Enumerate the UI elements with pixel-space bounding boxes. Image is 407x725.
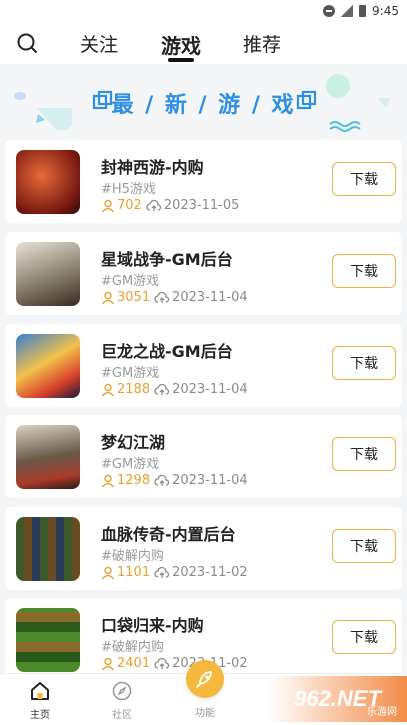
nav-function-label: 功能 bbox=[195, 708, 215, 719]
game-meta: 2188 2023-11-04 bbox=[101, 382, 248, 397]
cloud-upload-icon bbox=[154, 383, 170, 395]
cloud-upload-icon bbox=[154, 566, 170, 578]
game-tag: #破解内购 bbox=[101, 549, 164, 564]
game-thumbnail[interactable] bbox=[16, 150, 80, 214]
user-icon bbox=[101, 199, 115, 212]
copy-icon bbox=[296, 90, 317, 110]
signal-icon bbox=[341, 5, 354, 17]
cloud-upload-icon bbox=[146, 199, 161, 211]
list-item[interactable]: 封神西游-内购 #H5游戏 702 2023-11-05 下载 bbox=[5, 140, 402, 223]
user-icon bbox=[101, 291, 115, 304]
home-icon bbox=[31, 682, 49, 700]
game-tag: #H5游戏 bbox=[101, 182, 156, 197]
cloud-upload-icon bbox=[154, 291, 170, 303]
list-item[interactable]: 巨龙之战-GM后台 #GM游戏 2188 2023-11-04 下载 bbox=[5, 324, 402, 407]
update-date: 2023-11-04 bbox=[172, 382, 248, 397]
nav-community[interactable]: 社区 bbox=[92, 678, 152, 721]
list-item[interactable]: 星域战争-GM后台 #GM游戏 3051 2023-11-04 下载 bbox=[5, 232, 402, 315]
decor-shapes-right bbox=[326, 74, 390, 132]
game-title[interactable]: 巨龙之战-GM后台 bbox=[101, 338, 233, 362]
game-meta: 2401 2023-11-02 bbox=[101, 656, 248, 671]
tab-follow[interactable]: 关注 bbox=[80, 30, 118, 57]
search-icon[interactable] bbox=[16, 32, 38, 54]
status-bar: 9:45 bbox=[0, 0, 407, 22]
update-date: 2023-11-04 bbox=[172, 290, 248, 305]
download-button[interactable]: 下载 bbox=[332, 346, 396, 380]
download-count: 2188 bbox=[117, 382, 151, 397]
user-icon bbox=[101, 383, 115, 396]
game-title[interactable]: 封神西游-内购 bbox=[101, 154, 204, 178]
rocket-icon bbox=[196, 671, 212, 688]
tab-games[interactable]: 游戏 bbox=[161, 30, 201, 59]
update-date: 2023-11-02 bbox=[172, 565, 248, 580]
download-count: 702 bbox=[117, 198, 142, 213]
update-date: 2023-11-04 bbox=[172, 473, 248, 488]
game-title[interactable]: 血脉传奇-内置后台 bbox=[101, 521, 236, 545]
download-count: 2401 bbox=[117, 656, 151, 671]
download-button[interactable]: 下载 bbox=[332, 620, 396, 654]
list-item[interactable]: 血脉传奇-内置后台 #破解内购 1101 2023-11-02 下载 bbox=[5, 507, 402, 590]
section-banner: 最 / 新 / 游 / 戏 bbox=[0, 64, 407, 136]
user-icon bbox=[101, 566, 115, 579]
site-watermark: 962.NET 乐游网 bbox=[268, 676, 407, 722]
game-tag: #GM游戏 bbox=[101, 457, 160, 472]
user-icon bbox=[101, 474, 115, 487]
download-button[interactable]: 下载 bbox=[332, 254, 396, 288]
cloud-upload-icon bbox=[154, 474, 170, 486]
download-button[interactable]: 下载 bbox=[332, 437, 396, 471]
compass-icon bbox=[112, 681, 132, 701]
list-item[interactable]: 梦幻江湖 #GM游戏 1298 2023-11-04 下载 bbox=[5, 415, 402, 498]
download-count: 1101 bbox=[117, 565, 151, 580]
game-meta: 3051 2023-11-04 bbox=[101, 290, 248, 305]
game-tag: #破解内购 bbox=[101, 640, 164, 655]
game-thumbnail[interactable] bbox=[16, 425, 80, 489]
nav-community-label: 社区 bbox=[112, 710, 132, 721]
download-count: 3051 bbox=[117, 290, 151, 305]
status-time: 9:45 bbox=[372, 4, 399, 18]
watermark-sub: 乐游网 bbox=[367, 707, 397, 718]
nav-home-label: 主页 bbox=[30, 710, 50, 721]
game-thumbnail[interactable] bbox=[16, 242, 80, 306]
game-title[interactable]: 星域战争-GM后台 bbox=[101, 246, 233, 270]
game-meta: 1101 2023-11-02 bbox=[101, 565, 248, 580]
download-count: 1298 bbox=[117, 473, 151, 488]
user-icon bbox=[101, 657, 115, 670]
game-tag: #GM游戏 bbox=[101, 274, 160, 289]
download-button[interactable]: 下载 bbox=[332, 162, 396, 196]
game-tag: #GM游戏 bbox=[101, 366, 160, 381]
update-date: 2023-11-05 bbox=[163, 198, 240, 213]
tab-recommend[interactable]: 推荐 bbox=[243, 30, 281, 57]
game-thumbnail[interactable] bbox=[16, 608, 80, 672]
do-not-disturb-icon bbox=[323, 5, 336, 17]
function-button[interactable] bbox=[186, 660, 224, 698]
nav-function-label-wrap[interactable]: 功能 bbox=[175, 704, 235, 719]
game-title[interactable]: 梦幻江湖 bbox=[101, 429, 165, 453]
top-nav: 关注 游戏 推荐 bbox=[0, 22, 407, 64]
battery-icon bbox=[359, 5, 367, 17]
game-thumbnail[interactable] bbox=[16, 517, 80, 581]
download-button[interactable]: 下载 bbox=[332, 529, 396, 563]
cloud-upload-icon bbox=[154, 657, 170, 669]
game-meta: 1298 2023-11-04 bbox=[101, 473, 248, 488]
game-title[interactable]: 口袋归来-内购 bbox=[101, 612, 204, 636]
game-meta: 702 2023-11-05 bbox=[101, 198, 239, 213]
game-thumbnail[interactable] bbox=[16, 334, 80, 398]
active-tab-indicator bbox=[168, 58, 194, 62]
nav-home[interactable]: 主页 bbox=[10, 678, 70, 721]
